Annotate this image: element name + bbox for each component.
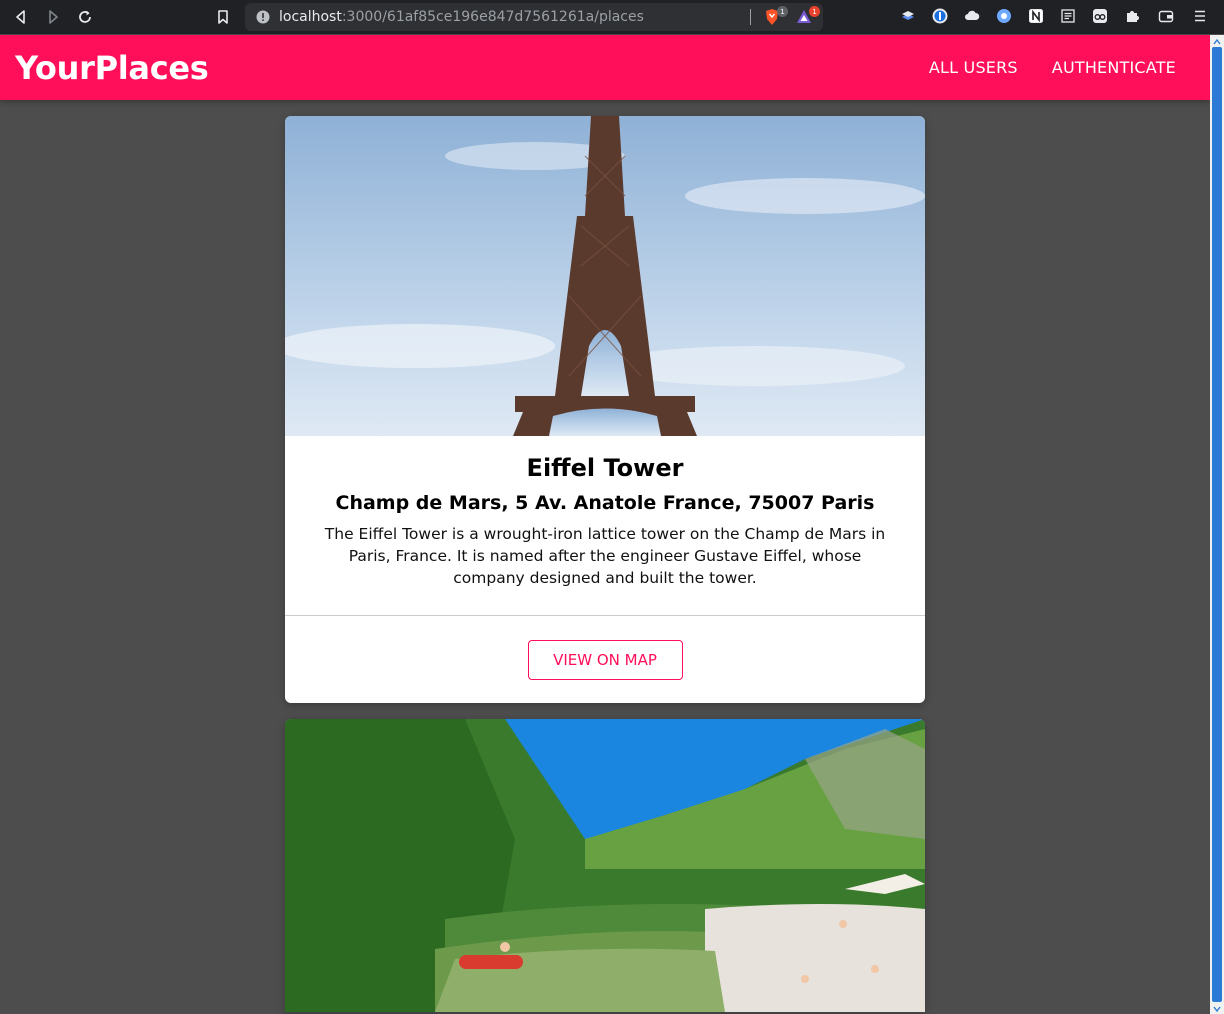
back-button[interactable] bbox=[9, 5, 33, 29]
place-image bbox=[285, 116, 925, 436]
back-icon bbox=[16, 10, 25, 24]
place-actions: VIEW ON MAP bbox=[285, 615, 925, 703]
main-header: YourPlaces ALL USERS AUTHENTICATE bbox=[0, 35, 1210, 100]
forward-icon bbox=[49, 10, 58, 24]
forward-button[interactable] bbox=[41, 5, 65, 29]
place-description: The Eiffel Tower is a wrought-iron latti… bbox=[324, 525, 886, 587]
site-info-icon[interactable] bbox=[256, 10, 270, 24]
password-manager-icon[interactable] bbox=[932, 8, 948, 24]
rewards-count-badge: 1 bbox=[809, 6, 820, 17]
browser-menu-icon[interactable] bbox=[1192, 8, 1208, 24]
view-on-map-button[interactable]: VIEW ON MAP bbox=[527, 639, 683, 680]
shield-count-badge: 1 bbox=[777, 6, 788, 17]
circle-extension-icon[interactable] bbox=[996, 8, 1012, 24]
browser-toolbar: localhost:3000/61af85ce196e847d7561261a/… bbox=[0, 0, 1224, 34]
place-address: Champ de Mars, 5 Av. Anatole France, 750… bbox=[335, 492, 875, 514]
notion-extension-icon[interactable] bbox=[1028, 8, 1044, 24]
glasses-extension-icon[interactable] bbox=[1092, 8, 1108, 24]
place-title: Eiffel Tower bbox=[526, 454, 684, 482]
cloud-extension-icon[interactable] bbox=[964, 8, 980, 24]
reload-button[interactable] bbox=[73, 5, 97, 29]
extension-stack-icon[interactable] bbox=[900, 8, 916, 24]
main-navigation: ALL USERS AUTHENTICATE bbox=[895, 58, 1176, 77]
bookmark-icon bbox=[218, 10, 228, 24]
address-separator bbox=[750, 9, 751, 25]
url-text: localhost:3000/61af85ce196e847d7561261a/… bbox=[279, 9, 644, 25]
place-item bbox=[285, 719, 925, 1012]
scroll-down-icon[interactable] bbox=[1212, 1004, 1222, 1014]
place-list: Eiffel Tower Champ de Mars, 5 Av. Anatol… bbox=[285, 116, 925, 1014]
wallet-icon[interactable] bbox=[1158, 8, 1174, 24]
nav-link-all-users[interactable]: ALL USERS bbox=[929, 58, 1018, 77]
reader-mode-icon[interactable] bbox=[1060, 8, 1076, 24]
place-item: Eiffel Tower Champ de Mars, 5 Av. Anatol… bbox=[285, 116, 925, 703]
place-image bbox=[285, 719, 925, 1012]
reload-icon bbox=[79, 10, 91, 23]
scrollbar-thumb[interactable] bbox=[1212, 47, 1222, 1002]
brand-logo-link[interactable]: YourPlaces bbox=[15, 49, 209, 87]
nav-link-authenticate[interactable]: AUTHENTICATE bbox=[1052, 58, 1176, 77]
bookmark-button[interactable] bbox=[211, 5, 235, 29]
place-info: Eiffel Tower Champ de Mars, 5 Av. Anatol… bbox=[285, 436, 925, 615]
address-bar[interactable]: localhost:3000/61af85ce196e847d7561261a/… bbox=[245, 3, 823, 31]
scroll-up-icon[interactable] bbox=[1212, 37, 1222, 47]
extensions-puzzle-icon[interactable] bbox=[1124, 8, 1140, 24]
